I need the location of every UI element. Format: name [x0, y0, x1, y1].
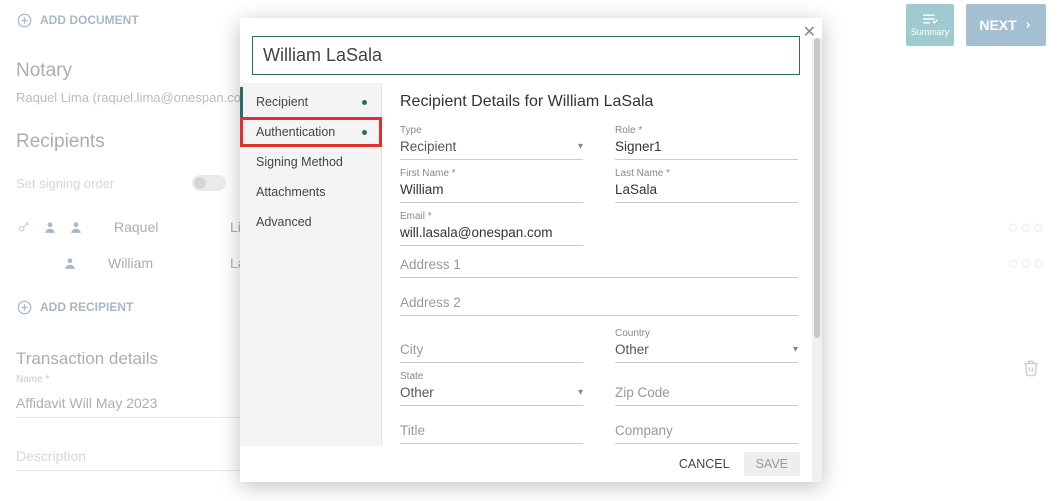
first-name-input[interactable] [400, 179, 583, 203]
last-name-label: Last Name * [615, 168, 798, 179]
type-value: Recipient [400, 139, 456, 154]
recipient-name-input[interactable]: William LaSala [252, 36, 800, 75]
status-dot-icon [362, 130, 367, 135]
type-select[interactable]: Recipient ▾ [400, 136, 583, 160]
nav-label: Recipient [256, 95, 308, 109]
company-input[interactable] [615, 420, 798, 444]
state-label: State [400, 371, 583, 382]
address2-input[interactable] [400, 292, 798, 316]
first-name-label: First Name * [400, 168, 583, 179]
state-value: Other [400, 385, 434, 400]
address1-input[interactable] [400, 254, 798, 278]
nav-label: Attachments [256, 185, 325, 199]
city-input[interactable] [400, 339, 583, 363]
recipient-form: Recipient Details for William LaSala Typ… [382, 83, 822, 446]
role-input[interactable] [615, 136, 798, 160]
chevron-down-icon: ▾ [793, 344, 798, 355]
email-label: Email * [400, 211, 583, 222]
email-input[interactable] [400, 222, 583, 246]
status-dot-icon [362, 100, 367, 105]
nav-advanced[interactable]: Advanced [240, 207, 381, 237]
nav-label: Advanced [256, 215, 312, 229]
nav-label: Authentication [256, 125, 335, 139]
country-value: Other [615, 342, 649, 357]
nav-signing-method[interactable]: Signing Method [240, 147, 381, 177]
nav-attachments[interactable]: Attachments [240, 177, 381, 207]
zipcode-input[interactable] [615, 382, 798, 406]
save-button[interactable]: SAVE [744, 452, 800, 476]
nav-recipient[interactable]: Recipient [240, 87, 381, 117]
modal-side-nav: Recipient Authentication Signing Method … [240, 83, 382, 446]
nav-label: Signing Method [256, 155, 343, 169]
nav-authentication[interactable]: Authentication [240, 117, 381, 147]
modal-footer: CANCEL SAVE [240, 446, 822, 482]
country-label: Country [615, 328, 798, 339]
last-name-input[interactable] [615, 179, 798, 203]
type-label: Type [400, 125, 583, 136]
chevron-down-icon: ▾ [578, 141, 583, 152]
cancel-button[interactable]: CANCEL [679, 457, 730, 471]
country-select[interactable]: Other ▾ [615, 339, 798, 363]
recipient-modal: ✕ William LaSala Recipient Authenticatio… [240, 18, 822, 482]
role-label: Role * [615, 125, 798, 136]
chevron-down-icon: ▾ [578, 387, 583, 398]
modal-body: Recipient Authentication Signing Method … [240, 83, 822, 446]
title-input[interactable] [400, 420, 583, 444]
form-heading: Recipient Details for William LaSala [400, 93, 798, 111]
state-select[interactable]: Other ▾ [400, 382, 583, 406]
